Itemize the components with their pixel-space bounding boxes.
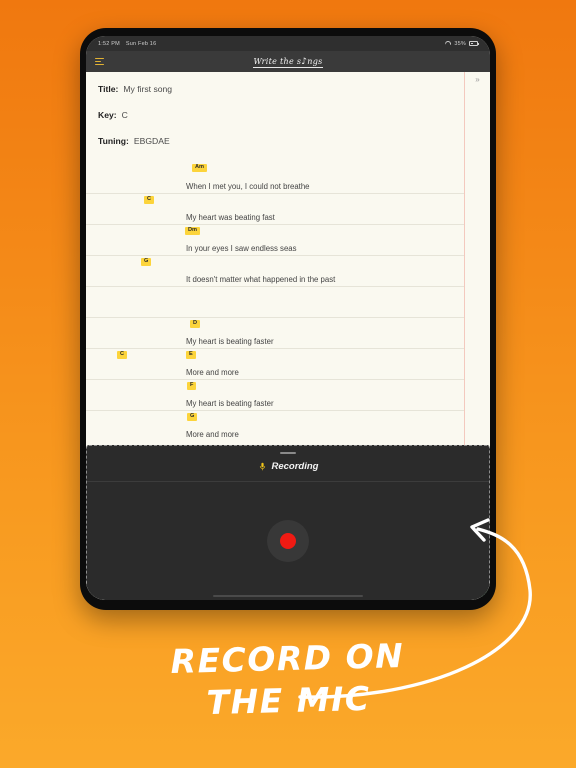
battery-level-label: 35%	[454, 40, 466, 47]
lyric-line[interactable]	[86, 286, 464, 317]
app-title-part1: Write the s	[253, 56, 302, 66]
field-tuning-label: Tuning:	[98, 136, 129, 146]
status-bar-date: Sun Feb 16	[125, 40, 157, 47]
chord-badge[interactable]: D	[190, 320, 201, 328]
lyric-text: More and more	[186, 430, 239, 439]
music-note-icon: ♪	[301, 56, 308, 67]
app-title-part2: ngs	[307, 56, 323, 66]
lyric-sheet[interactable]: Am When I met you, I could not breathe C My…	[86, 162, 464, 441]
recording-label: Recording	[271, 461, 319, 472]
hamburger-menu-icon[interactable]	[95, 57, 104, 66]
lyric-text: When I met you, I could not breathe	[186, 182, 310, 191]
status-bar-time: 1:52 PM	[98, 40, 120, 47]
chord-badge[interactable]: C	[117, 351, 128, 359]
lyric-text: More and more	[186, 368, 239, 377]
field-key[interactable]: Key: C	[98, 110, 452, 120]
lyric-line[interactable]: C E More and more	[86, 348, 464, 379]
lyric-line[interactable]: G More and more	[86, 410, 464, 441]
tablet-device-frame: 1:52 PM Sun Feb 16 35% Write the s♪ngs T…	[80, 28, 496, 610]
sheet-drag-handle[interactable]	[280, 452, 296, 454]
field-tuning-value: EBGDAE	[133, 136, 170, 146]
chord-badge[interactable]: F	[187, 382, 197, 390]
promo-caption: RECORD ON THE MIC	[0, 632, 576, 727]
field-title-label: Title:	[98, 84, 119, 94]
song-metadata: Title: My first song Key: C Tuning: EBGD…	[86, 84, 464, 146]
lyric-text: My heart was beating fast	[186, 213, 275, 222]
field-key-label: Key:	[98, 110, 117, 120]
recording-panel: Recording	[86, 445, 490, 600]
chord-badge[interactable]: G	[141, 258, 152, 266]
field-tuning[interactable]: Tuning: EBGDAE	[98, 136, 452, 146]
field-title[interactable]: Title: My first song	[98, 84, 452, 94]
home-indicator	[213, 594, 363, 597]
lyric-line[interactable]: G It doesn't matter what happened in the …	[86, 255, 464, 286]
lyric-text: My heart is beating faster	[186, 399, 274, 408]
microphone-icon	[259, 462, 265, 471]
chord-badge[interactable]: Am	[192, 164, 208, 172]
battery-icon	[469, 41, 479, 46]
recording-panel-title: Recording	[258, 461, 319, 481]
lyric-line[interactable]: Am When I met you, I could not breathe	[86, 162, 464, 193]
chord-badge[interactable]: G	[187, 413, 198, 421]
expand-panel-chevron-icon[interactable]: »	[475, 76, 479, 84]
lyric-line[interactable]: D My heart is beating faster	[86, 317, 464, 348]
status-bar: 1:52 PM Sun Feb 16 35%	[86, 36, 490, 51]
chord-badge[interactable]: Dm	[185, 227, 201, 235]
record-button[interactable]	[267, 520, 309, 562]
field-key-value: C	[121, 110, 128, 120]
lyric-line[interactable]: Dm In your eyes I saw endless seas	[86, 224, 464, 255]
lyric-text: It doesn't matter what happened in the p…	[186, 275, 336, 284]
chord-badge[interactable]: E	[186, 351, 196, 359]
lyric-text: My heart is beating faster	[186, 337, 274, 346]
wifi-icon	[445, 41, 451, 46]
tablet-screen: 1:52 PM Sun Feb 16 35% Write the s♪ngs T…	[86, 36, 490, 600]
lyric-line[interactable]: C My heart was beating fast	[86, 193, 464, 224]
lyric-text: In your eyes I saw endless seas	[186, 244, 297, 253]
app-header-bar: Write the s♪ngs	[86, 51, 490, 72]
app-title: Write the s♪ngs	[86, 56, 490, 68]
chord-badge[interactable]: C	[144, 196, 155, 204]
lyric-line[interactable]: F My heart is beating faster	[86, 379, 464, 410]
field-title-value: My first song	[123, 84, 173, 94]
